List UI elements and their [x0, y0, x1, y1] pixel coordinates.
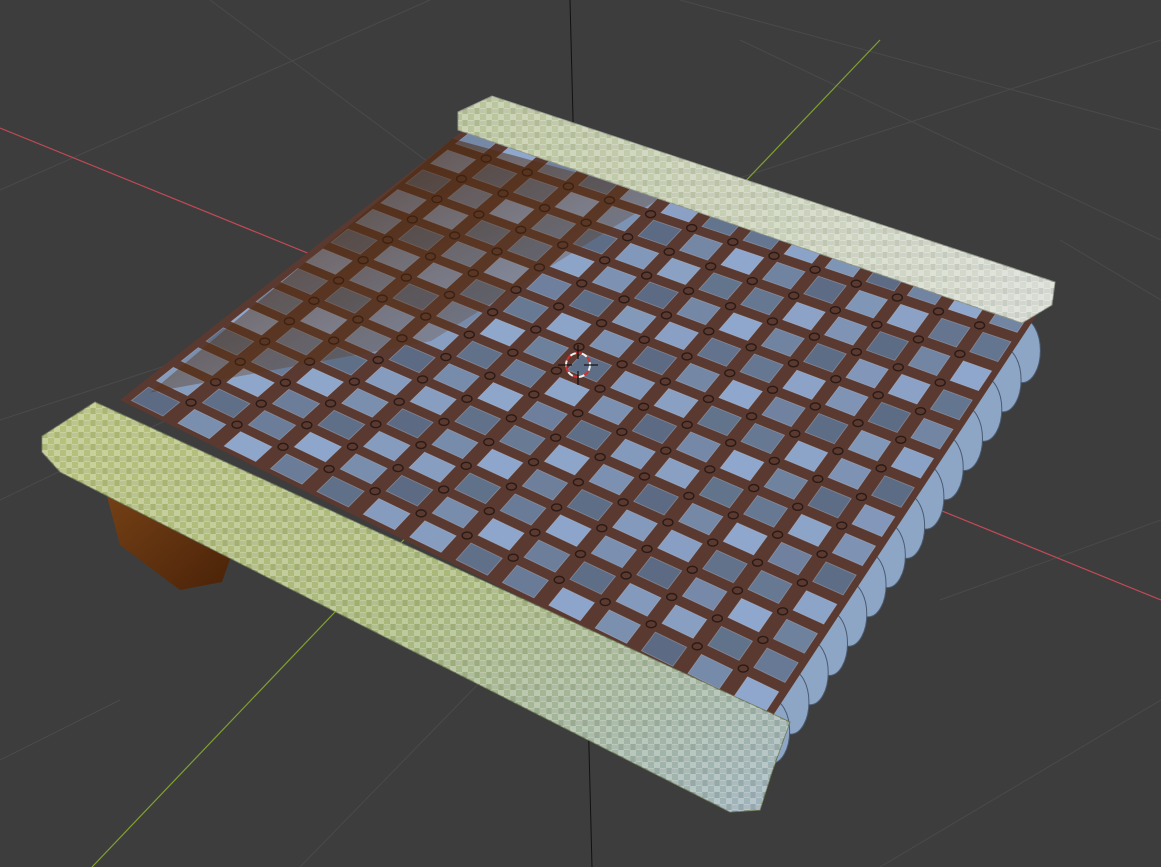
grid-line [1059, 239, 1161, 301]
3d-viewport[interactable] [0, 0, 1161, 867]
grid-line [0, 0, 431, 191]
grid-line [879, 699, 1161, 867]
grid-line [0, 699, 121, 761]
grid-line [939, 519, 1161, 601]
mesh-object[interactable] [41, 95, 1056, 813]
grid-line [679, 0, 1161, 131]
viewport-canvas[interactable] [0, 0, 1161, 867]
